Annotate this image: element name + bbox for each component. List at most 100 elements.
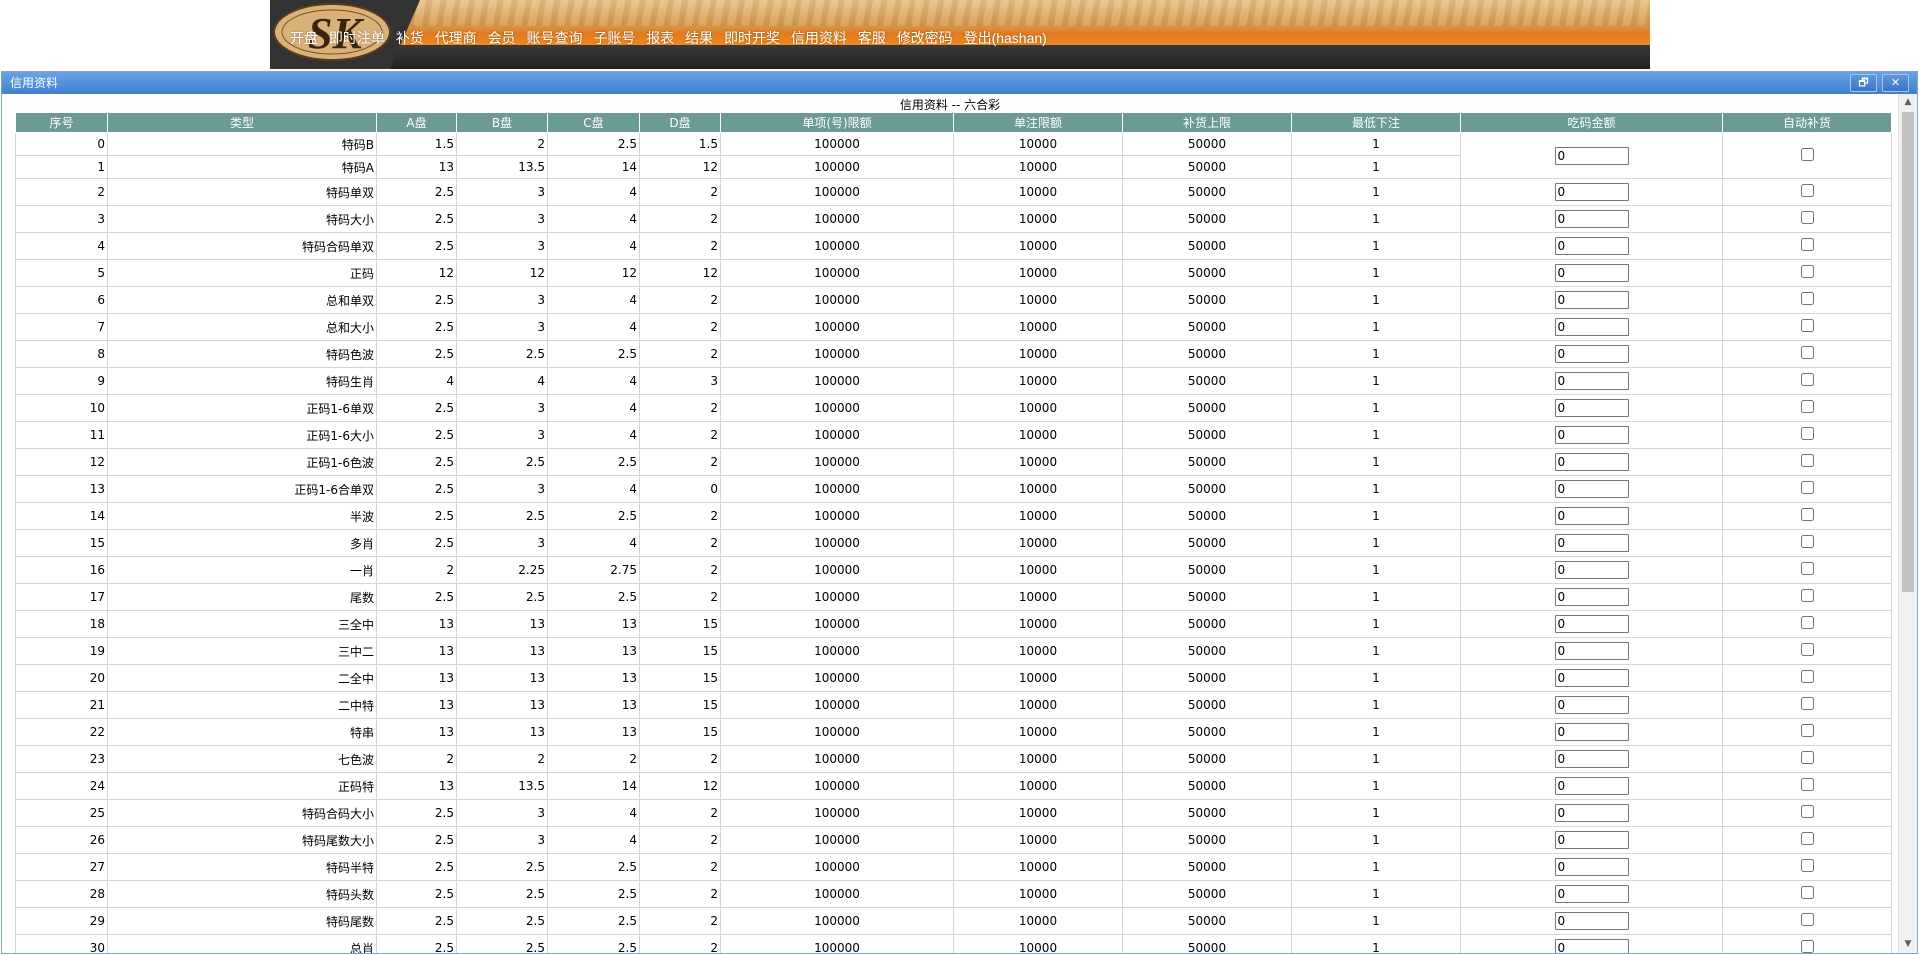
nav-open[interactable]: 开盘 [290,30,318,46]
auto-hedge-checkbox[interactable] [1800,589,1814,602]
nav-sub-accounts[interactable]: 子账号 [593,30,635,46]
window-titlebar[interactable]: 信用资料 🗗 ✕ [2,72,1917,94]
auto-hedge-checkbox[interactable] [1800,184,1814,197]
eat-amount-input[interactable] [1554,237,1629,255]
auto-hedge-checkbox[interactable] [1800,913,1814,926]
eat-amount-input[interactable] [1554,750,1629,768]
nav-support[interactable]: 客服 [858,30,886,46]
cell-d: 2 [639,853,721,881]
eat-amount-input[interactable] [1554,642,1629,660]
auto-hedge-checkbox[interactable] [1800,454,1814,467]
eat-amount-input[interactable] [1554,561,1629,579]
auto-hedge-checkbox[interactable] [1800,147,1814,161]
eat-amount-input[interactable] [1554,858,1629,876]
table-row: 25 特码合码大小 2.5 3 4 2 100000 10000 50000 1 [15,799,1892,827]
eat-amount-input[interactable] [1554,777,1629,795]
auto-hedge-checkbox[interactable] [1800,697,1814,710]
auto-hedge-checkbox[interactable] [1800,724,1814,737]
eat-amount-input[interactable] [1554,399,1629,417]
auto-hedge-checkbox[interactable] [1800,940,1814,953]
eat-amount-input[interactable] [1554,831,1629,849]
cell-min-bet: 1 [1291,340,1461,368]
nav-live-bets[interactable]: 即时注单 [329,30,385,46]
auto-hedge-checkbox[interactable] [1800,562,1814,575]
nav-agents[interactable]: 代理商 [435,30,477,46]
eat-amount-input[interactable] [1554,372,1629,390]
restore-button[interactable]: 🗗 [1850,74,1877,92]
auto-hedge-checkbox[interactable] [1800,616,1814,629]
nav-change-password[interactable]: 修改密码 [897,30,953,46]
auto-hedge-checkbox[interactable] [1800,346,1814,359]
auto-hedge-checkbox[interactable] [1800,535,1814,548]
cell-no: 24 [15,772,108,800]
nav-results[interactable]: 结果 [685,30,713,46]
eat-amount-input[interactable] [1554,912,1629,930]
cell-bet-limit: 10000 [953,637,1123,665]
eat-amount-input[interactable] [1554,507,1629,525]
eat-amount-input[interactable] [1554,804,1629,822]
eat-amount-input[interactable] [1554,210,1629,228]
cell-item-limit: 100000 [720,286,954,314]
auto-hedge-checkbox[interactable] [1800,481,1814,494]
eat-amount-input[interactable] [1554,696,1629,714]
eat-amount-input[interactable] [1554,146,1629,165]
auto-hedge-checkbox[interactable] [1800,211,1814,224]
scroll-down-arrow-icon[interactable]: ▼ [1899,936,1917,953]
auto-hedge-checkbox[interactable] [1800,319,1814,332]
cell-min-bet: 1 [1291,259,1461,287]
auto-hedge-checkbox[interactable] [1800,508,1814,521]
table-row: 27 特码半特 2.5 2.5 2.5 2 100000 10000 50000 1 [15,853,1892,881]
eat-amount-input[interactable] [1554,669,1629,687]
auto-hedge-checkbox[interactable] [1800,400,1814,413]
nav-account-search[interactable]: 账号查询 [526,30,582,46]
scroll-up-arrow-icon[interactable]: ▲ [1899,94,1917,111]
auto-hedge-checkbox[interactable] [1800,238,1814,251]
cell-auto-hedge [1722,475,1892,503]
eat-amount-input[interactable] [1554,885,1629,903]
auto-hedge-checkbox[interactable] [1800,886,1814,899]
close-button[interactable]: ✕ [1882,74,1909,92]
scroll-thumb[interactable] [1902,112,1914,592]
nav-reports[interactable]: 报表 [646,30,674,46]
nav-credit-info[interactable]: 信用资料 [791,30,847,46]
eat-amount-input[interactable] [1554,345,1629,363]
eat-amount-input[interactable] [1554,723,1629,741]
eat-amount-input[interactable] [1554,264,1629,282]
auto-hedge-checkbox[interactable] [1800,373,1814,386]
nav-logout[interactable]: 登出(hashan) [964,30,1047,46]
eat-amount-input[interactable] [1554,183,1629,201]
auto-hedge-checkbox[interactable] [1800,427,1814,440]
cell-b: 3 [456,313,548,341]
eat-amount-input[interactable] [1554,426,1629,444]
eat-amount-input[interactable] [1554,534,1629,552]
eat-amount-input[interactable] [1554,291,1629,309]
auto-hedge-checkbox[interactable] [1800,751,1814,764]
auto-hedge-checkbox[interactable] [1800,778,1814,791]
nav-members[interactable]: 会员 [488,30,516,46]
eat-amount-input[interactable] [1554,480,1629,498]
auto-hedge-checkbox[interactable] [1800,670,1814,683]
nav-hedge[interactable]: 补货 [396,30,424,46]
cell-eat-amount [1460,448,1723,476]
window-content: 信用资料 -- 六合彩 序号 类型 A盘 B盘 C盘 D盘 单项(号)限额 单注限额 补货上限最… [2,94,1898,953]
nav-live-draw[interactable]: 即时开奖 [724,30,780,46]
cell-no: 8 [15,340,108,368]
eat-amount-input[interactable] [1554,939,1629,953]
auto-hedge-checkbox[interactable] [1800,805,1814,818]
vertical-scrollbar[interactable]: ▲ ▼ [1898,94,1917,953]
auto-hedge-checkbox[interactable] [1800,265,1814,278]
cell-d: 1.5 [639,132,721,156]
cell-hedge-limit: 50000 [1122,313,1292,341]
cell-b: 2.5 [456,880,548,908]
cell-auto-hedge [1722,718,1892,746]
cell-b: 3 [456,799,548,827]
auto-hedge-checkbox[interactable] [1800,643,1814,656]
auto-hedge-checkbox[interactable] [1800,832,1814,845]
eat-amount-input[interactable] [1554,588,1629,606]
eat-amount-input[interactable] [1554,453,1629,471]
auto-hedge-checkbox[interactable] [1800,292,1814,305]
eat-amount-input[interactable] [1554,615,1629,633]
cell-no: 29 [15,907,108,935]
auto-hedge-checkbox[interactable] [1800,859,1814,872]
eat-amount-input[interactable] [1554,318,1629,336]
